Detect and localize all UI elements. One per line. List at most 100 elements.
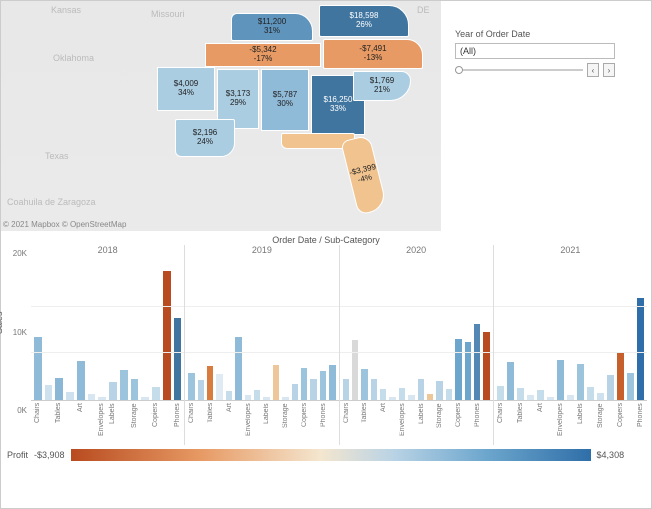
x-label: Phones xyxy=(474,403,480,445)
state-southcarolina[interactable]: $1,76921% xyxy=(353,71,411,101)
state-florida[interactable]: -$3,399-4% xyxy=(340,134,387,215)
bar-2019-Tables2[interactable] xyxy=(216,374,222,400)
bar-2021-Tables2[interactable] xyxy=(527,395,534,400)
bar-2020-Envelopes2[interactable] xyxy=(408,395,414,400)
bar-2020-Copiers[interactable] xyxy=(455,339,461,400)
x-label xyxy=(254,403,260,445)
state-arkansas[interactable]: $4,00934% xyxy=(157,67,215,111)
year-slider[interactable] xyxy=(455,69,583,71)
state-tennessee[interactable]: -$5,342-17% xyxy=(205,43,321,67)
x-label xyxy=(198,403,204,445)
x-label xyxy=(352,403,358,445)
bar-2020-Phones2[interactable] xyxy=(483,332,489,400)
bar-2019-Storage[interactable] xyxy=(273,365,279,400)
bar-2019-Storage2[interactable] xyxy=(282,397,288,400)
x-label: Storage xyxy=(131,403,139,445)
x-label xyxy=(446,403,452,445)
bar-2018-Copiers[interactable] xyxy=(163,271,171,400)
bar-2020-Art[interactable] xyxy=(380,389,386,400)
bar-2021-Copiers2[interactable] xyxy=(627,373,634,400)
legend-label: Profit xyxy=(7,450,28,460)
bar-2021-Art2[interactable] xyxy=(547,397,554,400)
bar-2021-Labels2[interactable] xyxy=(587,387,594,400)
bar-2019-Tables[interactable] xyxy=(207,366,213,400)
bar-2021-Envelopes[interactable] xyxy=(557,360,564,400)
bar-2019-Art[interactable] xyxy=(226,391,232,400)
x-label xyxy=(587,403,594,445)
legend-max: $4,308 xyxy=(597,450,625,460)
bar-2019-Envelopes[interactable] xyxy=(245,395,251,400)
bar-2020-Art2[interactable] xyxy=(389,397,395,400)
bar-2020-Envelopes[interactable] xyxy=(399,388,405,400)
bar-2019-Chairs[interactable] xyxy=(188,373,194,400)
bar-2018-Chairs[interactable] xyxy=(34,337,42,400)
slider-thumb[interactable] xyxy=(455,66,463,74)
bar-2021-Envelopes2[interactable] xyxy=(567,395,574,400)
year-header: 2018 xyxy=(31,245,184,259)
bar-2021-Labels[interactable] xyxy=(577,364,584,400)
bar-2020-Tables2[interactable] xyxy=(371,379,377,400)
bar-2019-Phones2[interactable] xyxy=(320,371,326,400)
bar-2020-Chairs2[interactable] xyxy=(352,340,358,400)
bar-2021-Copiers[interactable] xyxy=(617,352,624,400)
bar-2018-Storage3[interactable] xyxy=(152,387,160,400)
bar-2018-Labels[interactable] xyxy=(109,382,117,400)
year-next-button[interactable]: › xyxy=(603,63,615,77)
bar-2021-Tables[interactable] xyxy=(517,388,524,400)
bar-2018-Envelopes[interactable] xyxy=(98,397,106,400)
state-louisiana[interactable]: $2,19624% xyxy=(175,119,235,157)
x-label: Phones xyxy=(174,403,182,445)
bar-2021-Art[interactable] xyxy=(537,390,544,400)
bar-2020-Storage2[interactable] xyxy=(446,389,452,400)
x-label: Tables xyxy=(207,403,213,445)
x-label xyxy=(66,403,74,445)
bar-2018-Tables2[interactable] xyxy=(66,392,74,400)
bar-2020-Storage[interactable] xyxy=(436,381,442,400)
choropleth-map[interactable]: Kansas Missouri Oklahoma Texas Coahuila … xyxy=(1,1,441,231)
bar-2020-Copiers2[interactable] xyxy=(465,342,471,400)
state-northcarolina[interactable]: -$7,491-13% xyxy=(323,39,423,69)
year-prev-button[interactable]: ‹ xyxy=(587,63,599,77)
bar-2018-Art2[interactable] xyxy=(88,394,96,400)
bar-2018-Phones[interactable] xyxy=(174,318,182,400)
bar-2018-Tables[interactable] xyxy=(55,378,63,400)
bar-2021-Chairs[interactable] xyxy=(497,386,504,400)
state-kentucky[interactable]: $11,20031% xyxy=(231,13,313,41)
bar-2019-Copiers2[interactable] xyxy=(301,368,307,400)
x-label xyxy=(567,403,574,445)
bar-2021-Storage[interactable] xyxy=(597,393,604,400)
bar-chart[interactable]: Sales 20K 10K 0K 2018ChairsTablesArtEnve… xyxy=(1,245,651,445)
bar-2021-Phones[interactable] xyxy=(637,298,644,400)
bar-2018-Chairs2[interactable] xyxy=(45,385,53,400)
x-label xyxy=(235,403,241,445)
bar-2019-Art2[interactable] xyxy=(235,337,241,400)
x-label: Labels xyxy=(577,403,584,445)
bar-2018-Labels2[interactable] xyxy=(120,370,128,400)
year-filter-dropdown[interactable]: (All) xyxy=(455,43,615,59)
x-label xyxy=(408,403,414,445)
bar-2018-Art[interactable] xyxy=(77,361,85,400)
bar-2019-Labels2[interactable] xyxy=(263,397,269,400)
state-alabama[interactable]: $5,78730% xyxy=(261,69,309,131)
bar-2020-Labels[interactable] xyxy=(418,379,424,400)
bar-2019-Copiers[interactable] xyxy=(292,384,298,400)
bar-2019-Chairs2[interactable] xyxy=(198,380,204,400)
x-label: Envelopes xyxy=(557,403,564,445)
bar-chart-title: Order Date / Sub-Category xyxy=(1,231,651,245)
bar-2020-Chairs[interactable] xyxy=(343,379,349,400)
bar-2019-Labels[interactable] xyxy=(254,390,260,400)
bar-2020-Labels2[interactable] xyxy=(427,394,433,400)
state-virginia[interactable]: $18,59826% xyxy=(319,5,409,37)
bar-2019-Phones[interactable] xyxy=(310,379,316,400)
bar-2021-Chairs2[interactable] xyxy=(507,362,514,400)
bar-2018-Storage2[interactable] xyxy=(141,397,149,400)
bar-2020-Tables[interactable] xyxy=(361,369,367,400)
bar-2021-Storage2[interactable] xyxy=(607,375,614,400)
bar-2020-Phones[interactable] xyxy=(474,324,480,400)
bar-2019-Phones3[interactable] xyxy=(329,365,335,400)
bar-2018-Storage[interactable] xyxy=(131,379,139,400)
x-label: Chairs xyxy=(497,403,504,445)
x-label: Chairs xyxy=(34,403,42,445)
x-label xyxy=(483,403,489,445)
x-label xyxy=(371,403,377,445)
